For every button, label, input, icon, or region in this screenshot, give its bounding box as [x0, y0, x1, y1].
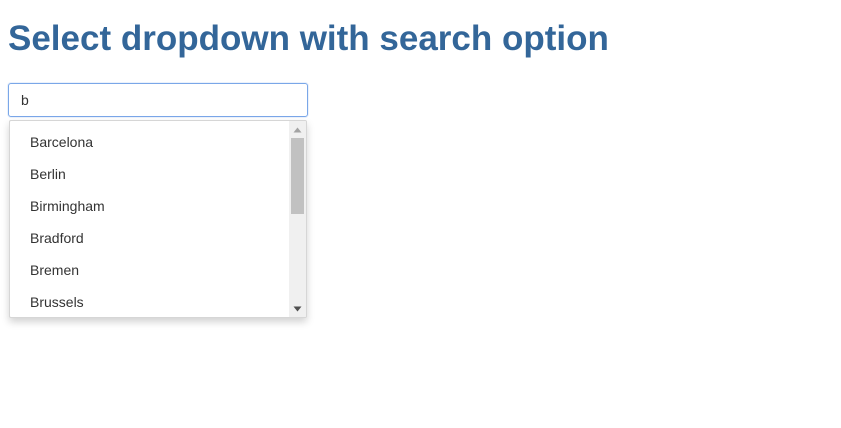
scrollbar[interactable] — [289, 121, 306, 317]
option-barcelona[interactable]: Barcelona — [10, 126, 289, 158]
option-berlin[interactable]: Berlin — [10, 158, 289, 190]
option-bradford[interactable]: Bradford — [10, 222, 289, 254]
scroll-thumb[interactable] — [291, 138, 304, 214]
option-bremen[interactable]: Bremen — [10, 254, 289, 286]
page-title: Select dropdown with search option — [8, 19, 609, 58]
search-input[interactable] — [8, 83, 308, 117]
scroll-down-button[interactable] — [289, 300, 306, 317]
option-list: Barcelona Berlin Birmingham Bradford Bre… — [10, 126, 289, 317]
option-brussels[interactable]: Brussels — [10, 286, 289, 317]
option-birmingham[interactable]: Birmingham — [10, 190, 289, 222]
scroll-up-button[interactable] — [289, 121, 306, 138]
city-dropdown-list: Barcelona Berlin Birmingham Bradford Bre… — [9, 120, 307, 318]
triangle-up-icon — [293, 127, 302, 132]
triangle-down-icon — [293, 306, 302, 311]
